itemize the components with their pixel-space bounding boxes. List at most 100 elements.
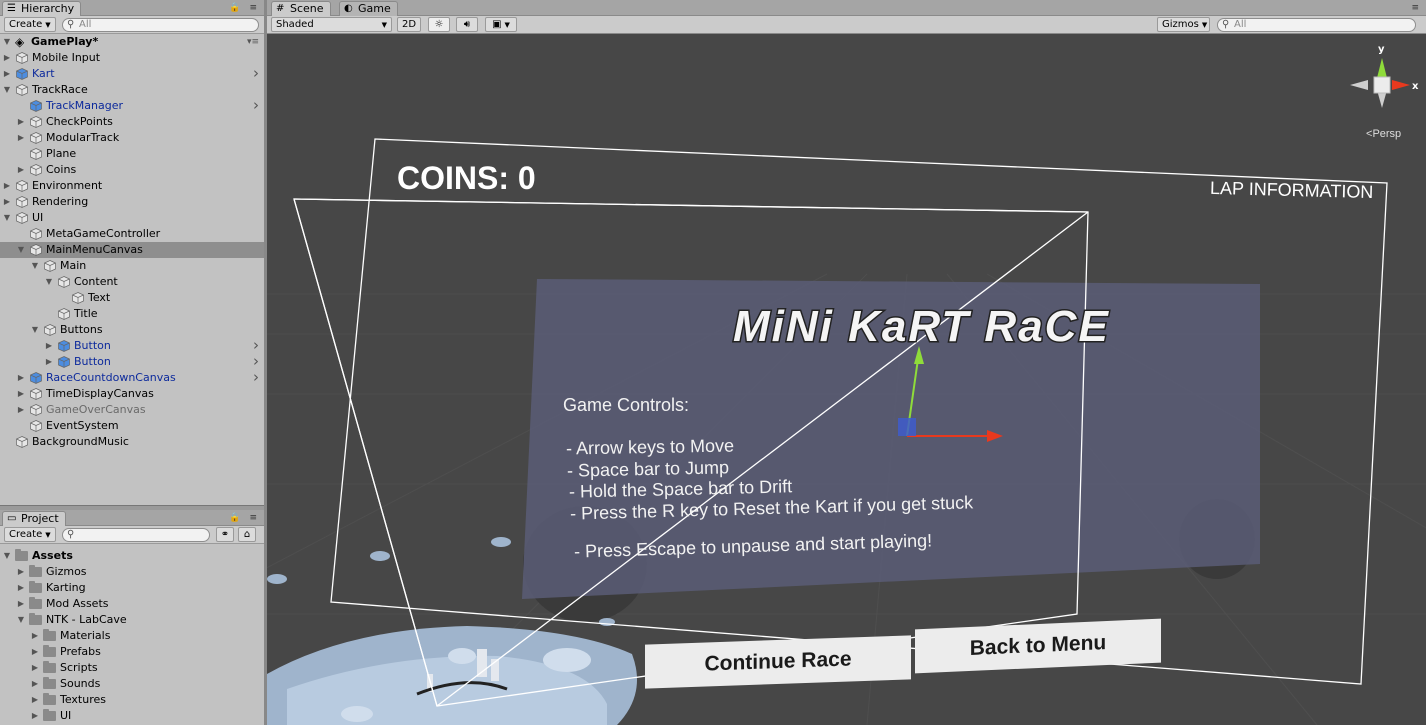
fold-closed-icon[interactable]: ▶: [2, 66, 12, 82]
continue-race-button[interactable]: Continue Race: [645, 635, 911, 689]
fold-closed-icon[interactable]: ▶: [16, 130, 26, 146]
panel-menu-icon[interactable]: 🔒 ≡: [229, 3, 260, 13]
hierarchy-item[interactable]: ▼ MainMenuCanvas: [0, 242, 264, 258]
project-folder-item[interactable]: ▶ Gizmos: [0, 564, 264, 580]
toggle-2d-button[interactable]: 2D: [397, 17, 421, 32]
hierarchy-create-button[interactable]: Create ▼: [4, 17, 56, 32]
filter-by-type-button[interactable]: ⚭: [216, 527, 234, 542]
tab-game[interactable]: ◐ Game: [339, 1, 398, 16]
fold-closed-icon[interactable]: ▶: [30, 644, 40, 660]
hierarchy-item[interactable]: ▶ CheckPoints: [0, 114, 264, 130]
fold-open-icon[interactable]: ▼: [16, 612, 26, 628]
fold-open-icon[interactable]: ▼: [30, 322, 40, 338]
hierarchy-item[interactable]: ▶ TimeDisplayCanvas: [0, 386, 264, 402]
tab-hierarchy[interactable]: ☰ Hierarchy: [2, 1, 82, 16]
scene-viewport[interactable]: COINS: 0 LAP INFORMATION MiNi KaRT RaCE …: [267, 34, 1426, 725]
prefab-open-chevron-icon[interactable]: ›: [253, 338, 259, 353]
tab-project[interactable]: ▭ Project: [2, 511, 66, 526]
fold-closed-icon[interactable]: ▶: [16, 564, 26, 580]
fold-closed-icon[interactable]: ▶: [2, 178, 12, 194]
fold-open-icon[interactable]: ▼: [2, 34, 12, 50]
hierarchy-item[interactable]: Plane: [0, 146, 264, 162]
prefab-open-chevron-icon[interactable]: ›: [253, 98, 259, 113]
project-folder-item[interactable]: ▶ Scripts: [0, 660, 264, 676]
hierarchy-item[interactable]: ▶ Mobile Input: [0, 50, 264, 66]
fold-closed-icon[interactable]: ▶: [30, 676, 40, 692]
hierarchy-item[interactable]: ▶ Button ›: [0, 354, 264, 370]
project-folder-item[interactable]: ▶ Sounds: [0, 676, 264, 692]
prefab-open-chevron-icon[interactable]: ›: [253, 66, 259, 81]
audio-toggle[interactable]: 🔊︎: [456, 17, 478, 32]
filter-by-label-button[interactable]: ⌂: [238, 527, 256, 542]
fold-open-icon[interactable]: ▼: [16, 242, 26, 258]
panel-menu-icon[interactable]: ≡: [1411, 3, 1422, 13]
fold-closed-icon[interactable]: ▶: [2, 194, 12, 210]
fold-closed-icon[interactable]: ▶: [30, 660, 40, 676]
hierarchy-item[interactable]: ▼ UI: [0, 210, 264, 226]
project-folder-item[interactable]: ▶ Prefabs: [0, 644, 264, 660]
assets-root-row[interactable]: ▼ Assets: [0, 548, 264, 564]
fold-closed-icon[interactable]: ▶: [30, 692, 40, 708]
lighting-toggle[interactable]: ☼: [428, 17, 450, 32]
gameobject-cube-icon: [30, 244, 42, 256]
hierarchy-item[interactable]: Title: [0, 306, 264, 322]
fold-closed-icon[interactable]: ▶: [16, 114, 26, 130]
project-folder-item[interactable]: ▶ Mod Assets: [0, 596, 264, 612]
hierarchy-item[interactable]: ▼ TrackRace: [0, 82, 264, 98]
project-folder-item[interactable]: ▶ Textures: [0, 692, 264, 708]
project-folder-item[interactable]: ▶ Materials: [0, 628, 264, 644]
hierarchy-item[interactable]: ▼ Content: [0, 274, 264, 290]
fold-closed-icon[interactable]: ▶: [2, 50, 12, 66]
prefab-open-chevron-icon[interactable]: ›: [253, 354, 259, 369]
hierarchy-item[interactable]: MetaGameController: [0, 226, 264, 242]
fold-closed-icon[interactable]: ▶: [30, 628, 40, 644]
dropdown-arrow-icon: ▼: [1201, 21, 1208, 29]
fold-closed-icon[interactable]: ▶: [44, 338, 54, 354]
fold-open-icon[interactable]: ▼: [30, 258, 40, 274]
hierarchy-item[interactable]: ▶ RaceCountdownCanvas ›: [0, 370, 264, 386]
fold-closed-icon[interactable]: ▶: [44, 354, 54, 370]
hierarchy-item[interactable]: TrackManager ›: [0, 98, 264, 114]
hierarchy-item[interactable]: ▼ Main: [0, 258, 264, 274]
fold-open-icon[interactable]: ▼: [2, 210, 12, 226]
hierarchy-item[interactable]: BackgroundMusic: [0, 434, 264, 450]
hierarchy-item[interactable]: ▶ Button ›: [0, 338, 264, 354]
fold-open-icon[interactable]: ▼: [44, 274, 54, 290]
orientation-gizmo[interactable]: y x <Persp: [1336, 42, 1426, 152]
gizmos-dropdown[interactable]: Gizmos ▼: [1157, 17, 1210, 32]
project-folder-item[interactable]: ▶ Karting: [0, 580, 264, 596]
scene-search-placeholder: All: [1234, 19, 1247, 30]
fold-closed-icon[interactable]: ▶: [16, 386, 26, 402]
fold-open-icon[interactable]: ▼: [2, 82, 12, 98]
hierarchy-item[interactable]: ▶ Rendering: [0, 194, 264, 210]
fold-closed-icon[interactable]: ▶: [16, 162, 26, 178]
hierarchy-search-input[interactable]: ⚲ All: [62, 18, 259, 32]
hierarchy-item[interactable]: ▶ GameOverCanvas: [0, 402, 264, 418]
project-search-input[interactable]: ⚲: [62, 528, 210, 542]
shading-mode-dropdown[interactable]: Shaded ▼: [271, 17, 392, 32]
tab-scene[interactable]: # Scene: [271, 1, 331, 16]
scene-root-row[interactable]: ▼ ◈ GamePlay* ▾≡: [0, 34, 264, 50]
fold-open-icon[interactable]: ▼: [2, 548, 12, 564]
hierarchy-item[interactable]: Text: [0, 290, 264, 306]
hierarchy-item[interactable]: ▶ ModularTrack: [0, 130, 264, 146]
scene-search-input[interactable]: ⚲ All: [1217, 18, 1416, 32]
project-folder-item[interactable]: ▶ UI: [0, 708, 264, 724]
fold-closed-icon[interactable]: ▶: [16, 580, 26, 596]
scene-menu-icon[interactable]: ▾≡: [247, 34, 259, 50]
project-create-button[interactable]: Create ▼: [4, 527, 56, 542]
hierarchy-item[interactable]: ▼ Buttons: [0, 322, 264, 338]
hierarchy-item[interactable]: ▶ Kart ›: [0, 66, 264, 82]
project-folder-item[interactable]: ▼ NTK - LabCave: [0, 612, 264, 628]
hierarchy-item[interactable]: ▶ Environment: [0, 178, 264, 194]
fold-closed-icon[interactable]: ▶: [16, 370, 26, 386]
projection-mode-label[interactable]: <Persp: [1366, 128, 1401, 140]
prefab-open-chevron-icon[interactable]: ›: [253, 370, 259, 385]
fold-closed-icon[interactable]: ▶: [16, 596, 26, 612]
panel-menu-icon[interactable]: 🔒 ≡: [229, 513, 260, 523]
fold-closed-icon[interactable]: ▶: [16, 402, 26, 418]
hierarchy-item[interactable]: EventSystem: [0, 418, 264, 434]
hierarchy-item[interactable]: ▶ Coins: [0, 162, 264, 178]
effects-dropdown[interactable]: ▣ ▼: [485, 17, 517, 32]
fold-closed-icon[interactable]: ▶: [30, 708, 40, 724]
